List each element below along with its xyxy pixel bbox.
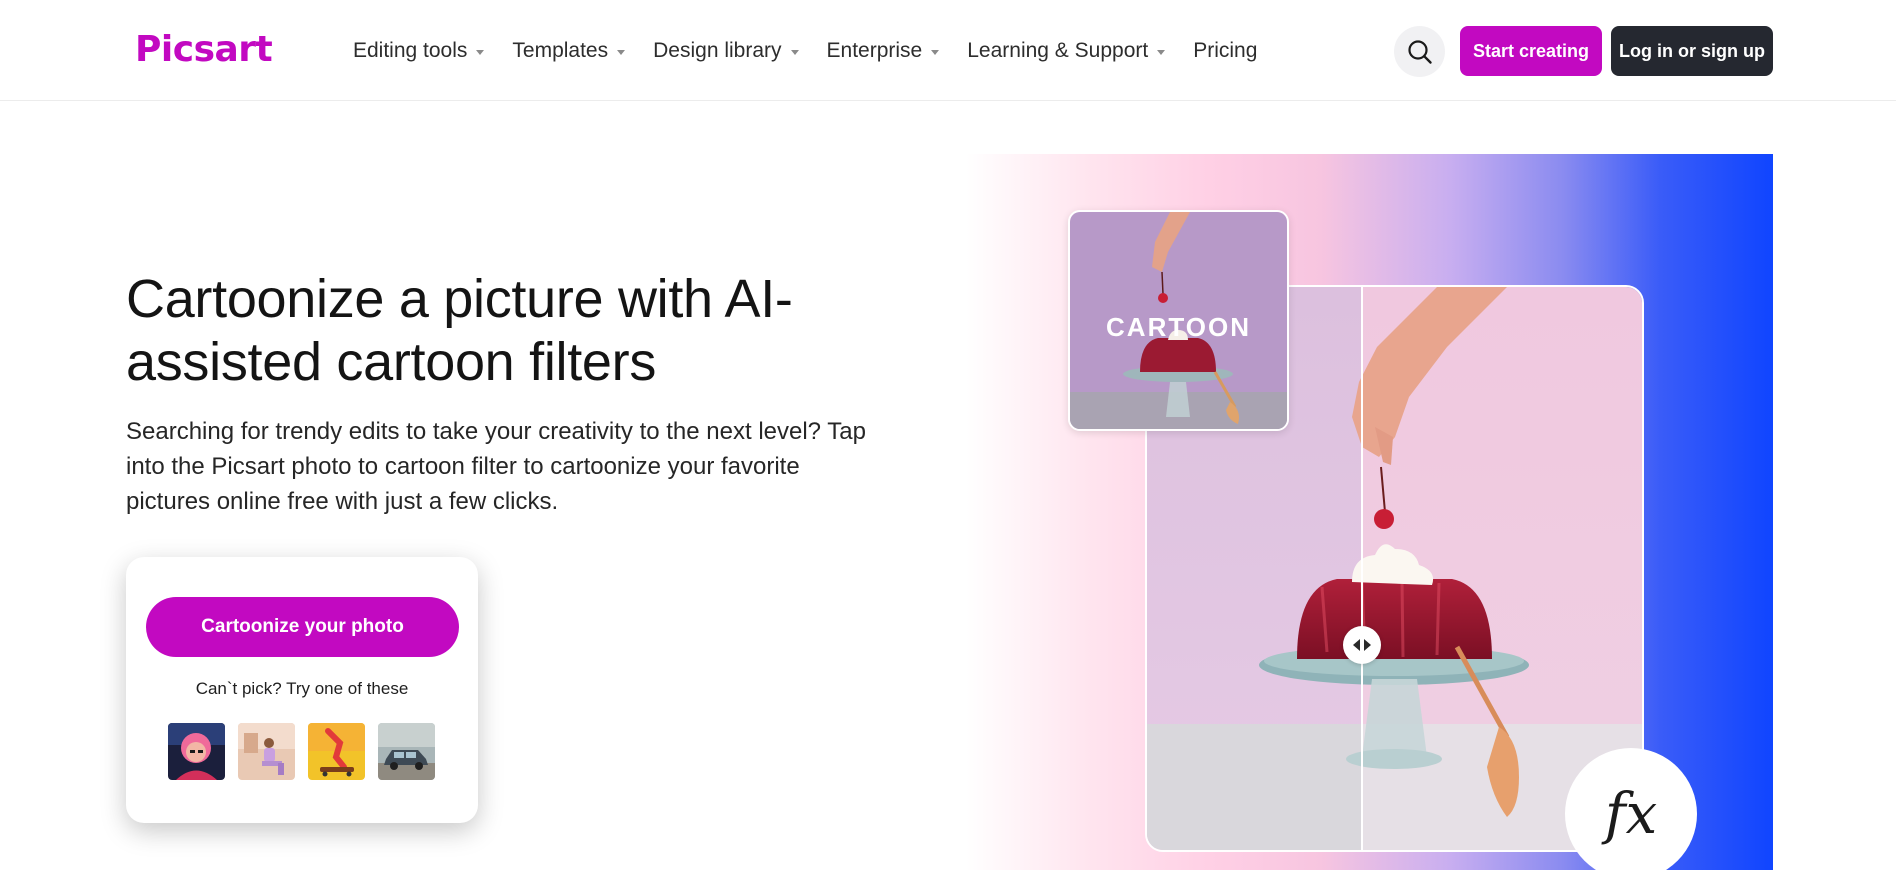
- sample-photo-skateboard[interactable]: [308, 723, 365, 780]
- caret-down-icon: [617, 49, 626, 55]
- caret-down-icon: [790, 49, 799, 55]
- upload-card: Cartoonize your photo Can`t pick? Try on…: [126, 557, 478, 823]
- cartoonize-photo-button[interactable]: Cartoonize your photo: [146, 597, 459, 657]
- nav-templates[interactable]: Templates: [512, 39, 626, 63]
- fx-icon: fx: [1604, 781, 1658, 847]
- nav-editing-tools[interactable]: Editing tools: [353, 39, 485, 63]
- compare-divider: [1361, 287, 1363, 850]
- login-signup-button[interactable]: Log in or sign up: [1611, 26, 1773, 76]
- page: Picsart Editing tools Templates Design l…: [0, 0, 1896, 870]
- nav-templates-label: Templates: [512, 39, 609, 62]
- fx-effects-badge: fx: [1565, 748, 1697, 870]
- main-nav: Editing tools Templates Design library E…: [353, 36, 1285, 66]
- compare-slider-handle[interactable]: [1343, 626, 1381, 664]
- search-icon: [1407, 39, 1432, 64]
- page-title: Cartoonize a picture with AI-assisted ca…: [126, 269, 793, 392]
- caret-down-icon: [931, 49, 940, 55]
- sample-photo-person-sitting[interactable]: [238, 723, 295, 780]
- nav-editing-tools-label: Editing tools: [353, 39, 468, 62]
- picsart-logo[interactable]: Picsart: [135, 30, 273, 70]
- cartoon-preview-thumbnail: CARTOON: [1068, 210, 1289, 431]
- hero-description: Searching for trendy edits to take your …: [126, 418, 866, 515]
- hero-illustration: CARTOON fx: [966, 154, 1773, 870]
- sample-photo-portrait[interactable]: [168, 723, 225, 780]
- nav-learning-support[interactable]: Learning & Support: [967, 39, 1166, 63]
- nav-design-library-label: Design library: [653, 39, 782, 62]
- sample-thumbnails: [168, 723, 448, 780]
- sample-photo-car[interactable]: [378, 723, 435, 780]
- nav-pricing-label: Pricing: [1193, 39, 1258, 62]
- search-button[interactable]: [1394, 26, 1445, 77]
- start-creating-button[interactable]: Start creating: [1460, 26, 1602, 76]
- nav-enterprise[interactable]: Enterprise: [827, 39, 940, 63]
- caret-down-icon: [1157, 49, 1166, 55]
- nav-design-library[interactable]: Design library: [653, 39, 799, 63]
- site-header: Picsart Editing tools Templates Design l…: [0, 0, 1896, 101]
- sample-hint: Can`t pick? Try one of these: [195, 679, 409, 698]
- compare-arrows-icon: [1353, 639, 1371, 651]
- nav-enterprise-label: Enterprise: [826, 39, 923, 62]
- nav-learning-support-label: Learning & Support: [967, 39, 1149, 62]
- caret-down-icon: [476, 49, 485, 55]
- nav-pricing[interactable]: Pricing: [1193, 39, 1257, 63]
- cartoon-label: CARTOON: [1106, 312, 1251, 342]
